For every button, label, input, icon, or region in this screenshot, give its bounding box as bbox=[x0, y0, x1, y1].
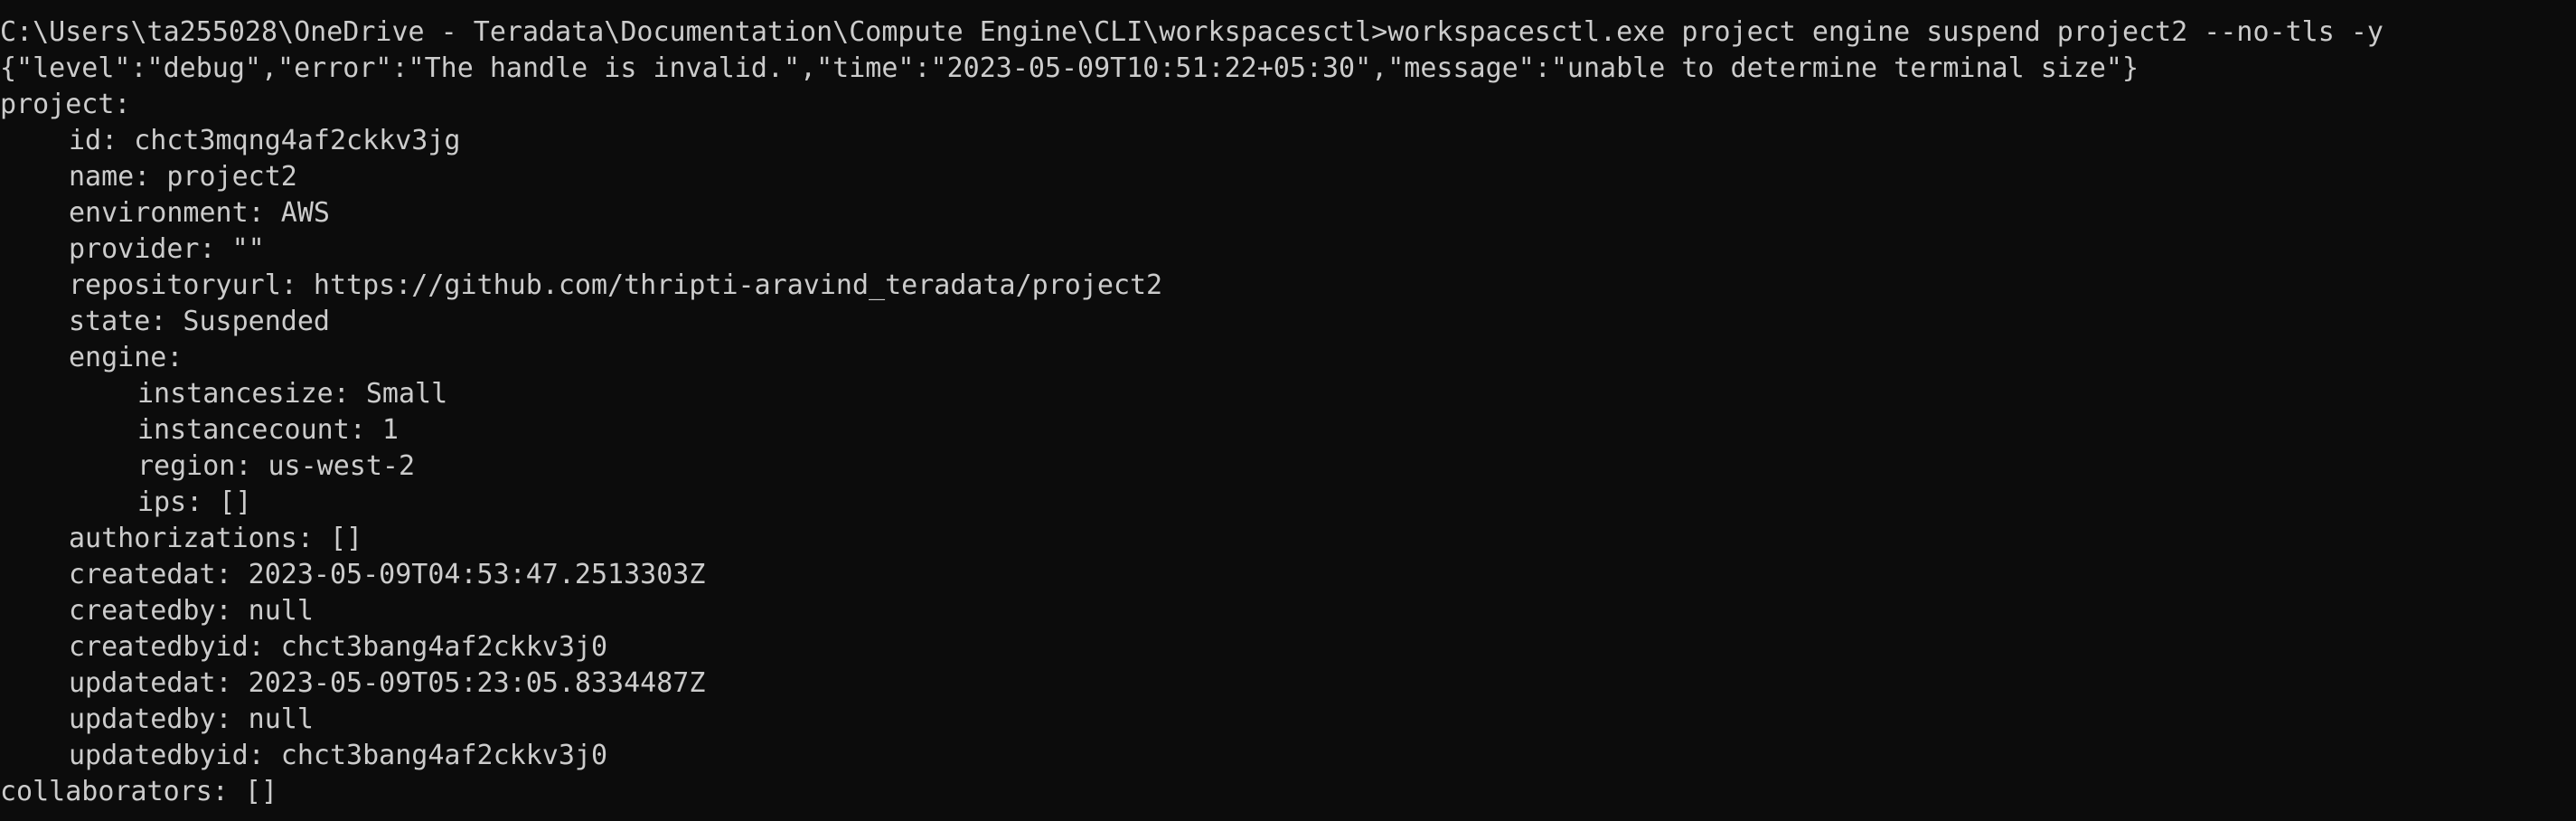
command-line: C:\Users\ta255028\OneDrive - Teradata\Do… bbox=[0, 14, 2576, 51]
output-createdby: createdby: null bbox=[69, 595, 314, 627]
output-repositoryurl: repositoryurl: https://github.com/thript… bbox=[69, 269, 1163, 301]
output-createdat: createdat: 2023-05-09T04:53:47.2513303Z bbox=[69, 559, 706, 590]
output-state: state: Suspended bbox=[69, 306, 330, 337]
output-provider: provider: "" bbox=[69, 233, 265, 265]
output-environment: environment: AWS bbox=[69, 197, 330, 229]
output-name: name: project2 bbox=[69, 161, 297, 193]
output-updatedby: updatedby: null bbox=[69, 703, 314, 735]
output-id: id: chct3mqng4af2ckkv3jg bbox=[69, 125, 461, 156]
log-line: {"level":"debug","error":"The handle is … bbox=[0, 52, 2139, 84]
output-collaborators: collaborators: [] bbox=[0, 776, 278, 807]
output-createdbyid: createdbyid: chct3bang4af2ckkv3j0 bbox=[69, 631, 608, 663]
output-updatedbyid: updatedbyid: chct3bang4af2ckkv3j0 bbox=[69, 740, 608, 771]
output-authorizations: authorizations: [] bbox=[69, 523, 363, 554]
output-engine-header: engine: bbox=[69, 342, 183, 373]
output-ips: ips: [] bbox=[137, 486, 252, 518]
output-instancesize: instancesize: Small bbox=[137, 378, 448, 410]
output-region: region: us-west-2 bbox=[137, 450, 416, 482]
command-text: workspacesctl.exe project engine suspend… bbox=[1387, 16, 2383, 48]
output-updatedat: updatedat: 2023-05-09T05:23:05.8334487Z bbox=[69, 667, 706, 699]
output-project-header: project: bbox=[0, 89, 131, 120]
prompt-path: C:\Users\ta255028\OneDrive - Teradata\Do… bbox=[0, 16, 1388, 48]
terminal-window[interactable]: C:\Users\ta255028\OneDrive - Teradata\Do… bbox=[0, 0, 2576, 821]
output-instancecount: instancecount: 1 bbox=[137, 414, 399, 446]
